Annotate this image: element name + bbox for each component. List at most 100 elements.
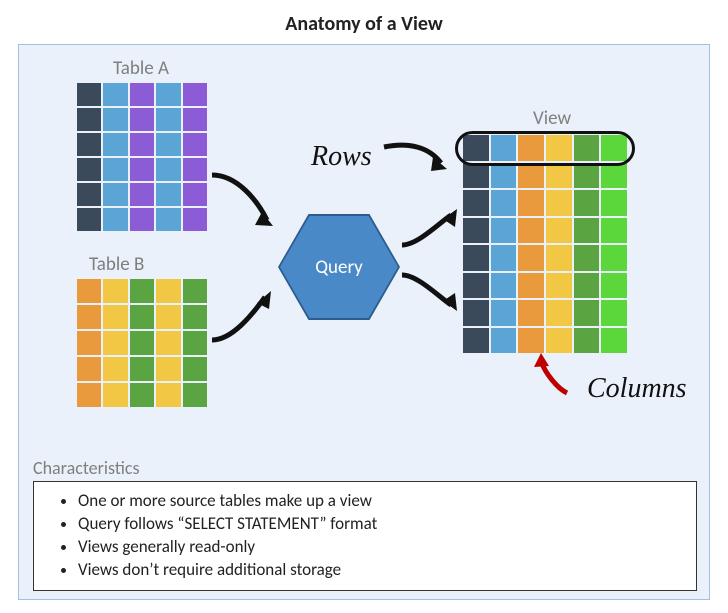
grid-cell (183, 383, 207, 407)
characteristics-item: Views generally read-only (78, 536, 684, 559)
grid-cell (130, 158, 154, 181)
characteristics-item: Views don’t require additional storage (78, 559, 684, 582)
grid-cell (103, 305, 127, 329)
grid-cell (156, 158, 180, 181)
grid-cell (546, 245, 572, 271)
grid-cell (77, 183, 101, 206)
grid-cell (130, 183, 154, 206)
grid-cell (574, 300, 600, 326)
grid-cell (518, 218, 544, 244)
grid-cell (518, 163, 544, 189)
grid-cell (491, 273, 517, 299)
grid-cell (518, 245, 544, 271)
grid-cell (156, 108, 180, 131)
grid-cell (518, 300, 544, 326)
grid-cell (103, 183, 127, 206)
grid-cell (130, 279, 154, 303)
grid-cell (103, 158, 127, 181)
grid-cell (130, 383, 154, 407)
grid-cell (77, 208, 101, 231)
grid-cell (574, 245, 600, 271)
grid-cell (130, 133, 154, 156)
grid-cell (183, 279, 207, 303)
grid-cell (103, 83, 127, 106)
grid-cell (546, 190, 572, 216)
grid-cell (130, 357, 154, 381)
grid-cell (518, 328, 544, 354)
grid-cell (156, 331, 180, 355)
characteristics-item: One or more source tables make up a view (78, 490, 684, 513)
grid-cell (601, 163, 627, 189)
grid-cell (491, 245, 517, 271)
grid-cell (601, 190, 627, 216)
grid-cell (77, 158, 101, 181)
grid-cell (156, 208, 180, 231)
grid-cell (183, 158, 207, 181)
view-grid (463, 135, 627, 353)
grid-cell (491, 218, 517, 244)
label-table-b: Table B (89, 253, 144, 276)
grid-cell (518, 190, 544, 216)
grid-cell (463, 163, 489, 189)
rows-highlight (455, 131, 635, 166)
grid-cell (77, 305, 101, 329)
grid-cell (130, 108, 154, 131)
grid-cell (574, 273, 600, 299)
grid-cell (77, 331, 101, 355)
grid-cell (103, 357, 127, 381)
arrow-table-a-to-query (207, 165, 287, 245)
characteristics-box: One or more source tables make up a view… (33, 481, 697, 591)
query-hex-label: Query (315, 256, 363, 279)
grid-cell (103, 383, 127, 407)
grid-cell (156, 305, 180, 329)
grid-cell (103, 208, 127, 231)
arrow-query-to-view-top (397, 205, 467, 255)
grid-cell (574, 218, 600, 244)
grid-cell (156, 133, 180, 156)
grid-cell (156, 383, 180, 407)
grid-cell (156, 183, 180, 206)
arrow-columns-to-view (527, 353, 587, 403)
grid-cell (77, 357, 101, 381)
grid-cell (491, 163, 517, 189)
table-a-grid (77, 83, 207, 231)
grid-cell (546, 273, 572, 299)
grid-cell (103, 279, 127, 303)
grid-cell (77, 108, 101, 131)
grid-cell (77, 279, 101, 303)
arrow-query-to-view-bottom (397, 267, 467, 317)
grid-cell (183, 305, 207, 329)
grid-cell (103, 331, 127, 355)
characteristics-list: One or more source tables make up a view… (78, 490, 684, 582)
grid-cell (546, 300, 572, 326)
grid-cell (546, 163, 572, 189)
grid-cell (518, 273, 544, 299)
grid-cell (574, 163, 600, 189)
grid-cell (546, 218, 572, 244)
grid-cell (77, 83, 101, 106)
grid-cell (103, 133, 127, 156)
grid-cell (491, 190, 517, 216)
grid-cell (601, 300, 627, 326)
grid-cell (130, 208, 154, 231)
grid-cell (601, 328, 627, 354)
grid-cell (183, 357, 207, 381)
query-hex: Query (280, 216, 398, 318)
label-table-a: Table A (113, 57, 169, 80)
characteristics-item: Query follows “SELECT STATEMENT” format (78, 513, 684, 536)
label-columns: Columns (587, 373, 687, 405)
label-view: View (533, 107, 571, 130)
grid-cell (574, 190, 600, 216)
grid-cell (77, 133, 101, 156)
grid-cell (77, 383, 101, 407)
grid-cell (183, 183, 207, 206)
grid-cell (491, 300, 517, 326)
label-rows: Rows (311, 141, 372, 173)
grid-cell (601, 218, 627, 244)
characteristics-header: Characteristics (33, 457, 140, 479)
grid-cell (574, 328, 600, 354)
grid-cell (130, 305, 154, 329)
grid-cell (130, 331, 154, 355)
page-title: Anatomy of a View (0, 0, 728, 44)
diagram-canvas: Table A Table B Query View Rows Columns … (18, 44, 710, 600)
